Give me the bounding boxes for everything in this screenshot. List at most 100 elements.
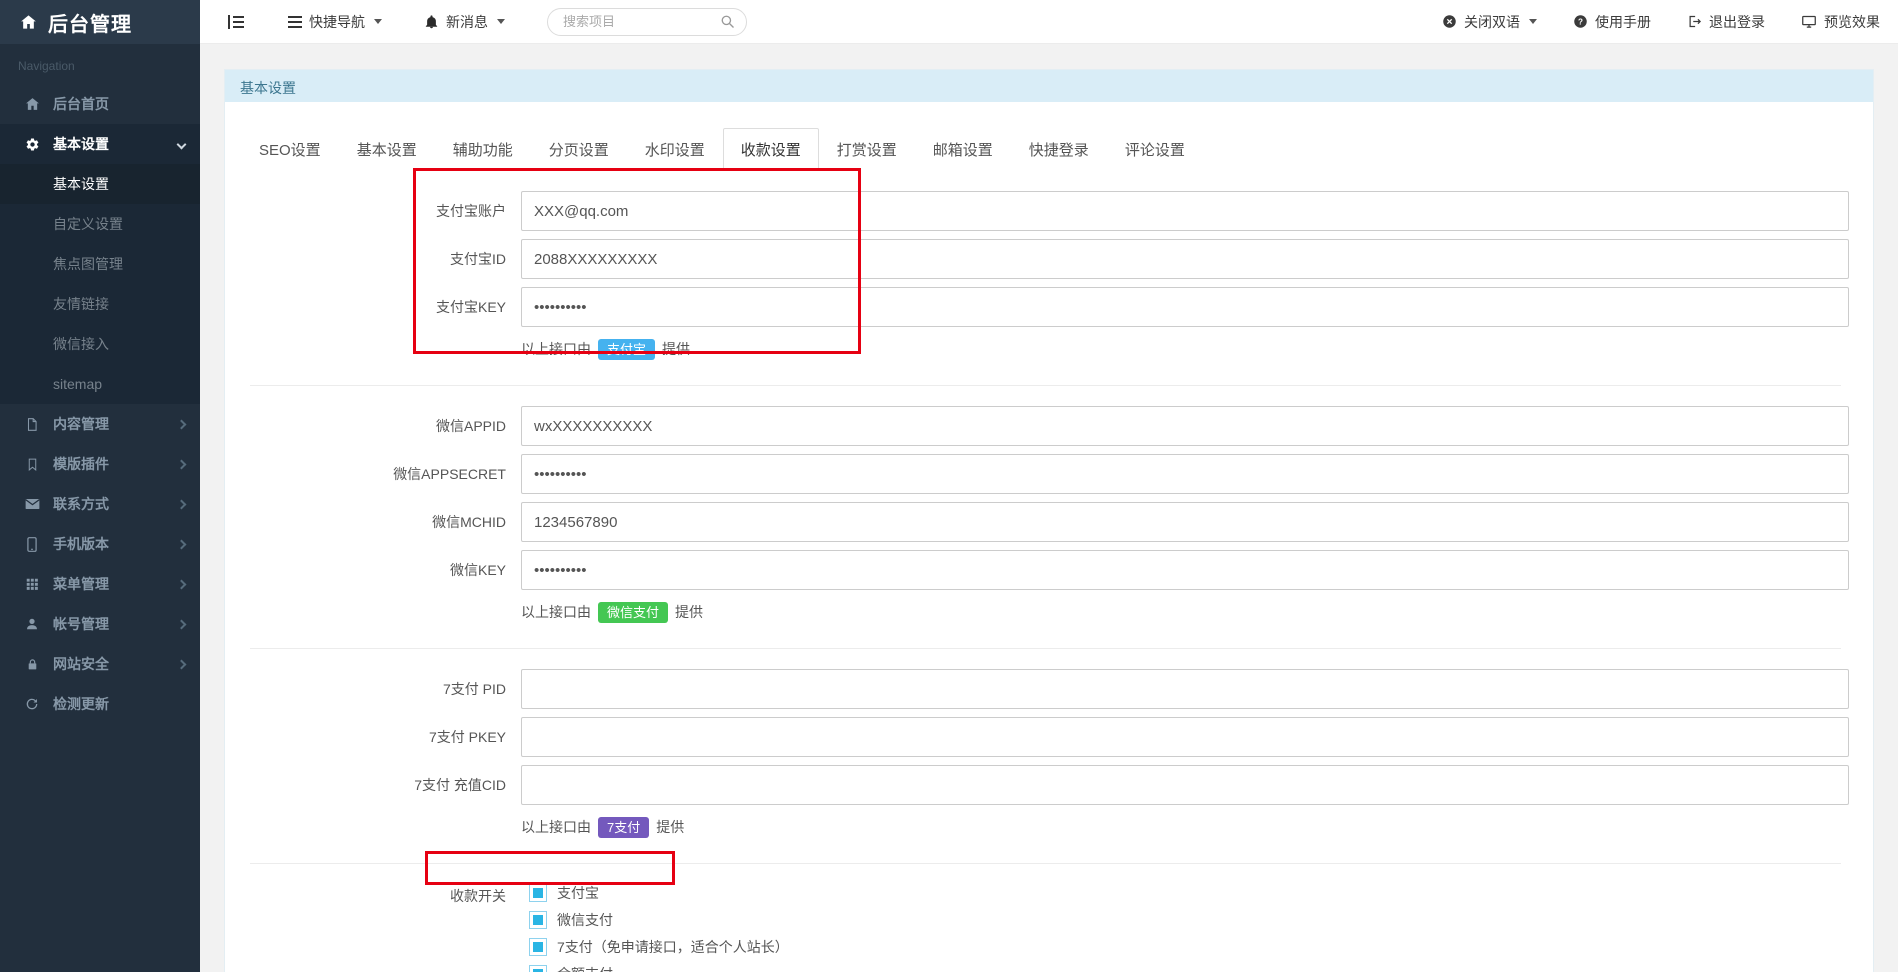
wechat-appid-input[interactable] [521, 406, 1849, 446]
form-row: 微信KEY [241, 550, 1849, 590]
tab-payment[interactable]: 收款设置 [723, 128, 819, 171]
envelope-icon [20, 498, 44, 510]
logout-label: 退出登录 [1709, 12, 1765, 32]
switch-balance-pay[interactable]: 余额支付 [529, 965, 789, 972]
chevron-right-icon [177, 579, 187, 589]
provider-note-qpay: 以上接口由 7支付 提供 [521, 813, 1849, 839]
tab-comments[interactable]: 评论设置 [1107, 128, 1203, 171]
sidebar-toggle-icon[interactable] [228, 15, 244, 29]
sidebar: Navigation 后台首页 基本设置 基本设置 自定义设置 焦点图管理 友情… [0, 44, 200, 972]
alipay-account-input[interactable] [521, 191, 1849, 231]
quick-nav-label: 快捷导航 [309, 12, 365, 32]
preview-link[interactable]: 预览效果 [1801, 12, 1880, 32]
switch-section-label: 收款开关 [241, 884, 521, 972]
qpay-pid-label: 7支付 PID [241, 679, 521, 699]
main-area: 基本设置 SEO设置 基本设置 辅助功能 分页设置 水印设置 收款设置 打赏设置… [200, 44, 1898, 972]
qpay-pid-input[interactable] [521, 669, 1849, 709]
logout-link[interactable]: 退出登录 [1687, 12, 1765, 32]
sidebar-item-security[interactable]: 网站安全 [0, 644, 200, 684]
form-row: 支付宝ID [241, 239, 1849, 279]
checkbox-checked-icon[interactable] [529, 884, 547, 902]
form-row: 7支付 PID [241, 669, 1849, 709]
refresh-icon [20, 697, 44, 711]
wechat-key-input[interactable] [521, 550, 1849, 590]
sign-out-icon [1687, 14, 1702, 29]
sidebar-item-content[interactable]: 内容管理 [0, 404, 200, 444]
sidebar-section-label: Navigation [0, 44, 200, 84]
close-bilingual-menu[interactable]: 关闭双语 [1442, 12, 1537, 32]
alipay-key-label: 支付宝KEY [241, 297, 521, 317]
provider-badge-qpay: 7支付 [598, 817, 649, 838]
tab-reward[interactable]: 打赏设置 [819, 128, 915, 171]
wechat-appid-label: 微信APPID [241, 416, 521, 436]
provider-note-wechat: 以上接口由 微信支付 提供 [521, 598, 1849, 624]
wechat-mchid-input[interactable] [521, 502, 1849, 542]
chevron-right-icon [177, 459, 187, 469]
alipay-id-input[interactable] [521, 239, 1849, 279]
tab-seo[interactable]: SEO设置 [241, 128, 339, 171]
qpay-pkey-input[interactable] [521, 717, 1849, 757]
form-row: 微信APPSECRET [241, 454, 1849, 494]
sidebar-subitem-wechat-access[interactable]: 微信接入 [0, 324, 200, 364]
sidebar-item-mobile[interactable]: 手机版本 [0, 524, 200, 564]
qpay-pkey-label: 7支付 PKEY [241, 727, 521, 747]
chevron-right-icon [177, 619, 187, 629]
chevron-right-icon [177, 659, 187, 669]
tab-basic[interactable]: 基本设置 [339, 128, 435, 171]
switch-alipay[interactable]: 支付宝 [529, 884, 789, 902]
close-circle-icon [1442, 14, 1457, 29]
wechat-appsecret-input[interactable] [521, 454, 1849, 494]
settings-tabs: SEO设置 基本设置 辅助功能 分页设置 水印设置 收款设置 打赏设置 邮箱设置… [241, 128, 1849, 171]
sidebar-item-menus[interactable]: 菜单管理 [0, 564, 200, 604]
search-icon[interactable] [720, 14, 735, 29]
form-row: 微信APPID [241, 406, 1849, 446]
form-row: 支付宝账户 [241, 191, 1849, 231]
alipay-id-label: 支付宝ID [241, 249, 521, 269]
app-title: 后台管理 [48, 8, 132, 37]
messages-menu[interactable]: 新消息 [424, 12, 505, 32]
checkbox-checked-icon[interactable] [529, 938, 547, 956]
tab-watermark[interactable]: 水印设置 [627, 128, 723, 171]
sidebar-item-basic-settings[interactable]: 基本设置 [0, 124, 200, 164]
sidebar-subitem-basic-settings[interactable]: 基本设置 [0, 164, 200, 204]
quick-nav-menu[interactable]: 快捷导航 [288, 12, 382, 32]
grid-icon [20, 577, 44, 591]
provider-note-alipay: 以上接口由 支付宝 提供 [521, 335, 1849, 361]
tab-quick-login[interactable]: 快捷登录 [1011, 128, 1107, 171]
switch-wechat-pay[interactable]: 微信支付 [529, 911, 789, 929]
provider-badge-alipay: 支付宝 [598, 339, 655, 360]
tab-email[interactable]: 邮箱设置 [915, 128, 1011, 171]
checkbox-checked-icon[interactable] [529, 965, 547, 972]
search-box [547, 8, 747, 36]
search-input[interactable] [547, 8, 747, 36]
question-circle-icon: ? [1573, 14, 1588, 29]
chevron-right-icon [177, 419, 187, 429]
sidebar-subitem-custom-settings[interactable]: 自定义设置 [0, 204, 200, 244]
app-logo[interactable]: 后台管理 [0, 0, 200, 44]
caret-down-icon [497, 19, 505, 24]
top-navigation: 快捷导航 新消息 关闭双语 [200, 0, 1898, 44]
sidebar-subitem-sitemap[interactable]: sitemap [0, 364, 200, 404]
sidebar-item-dashboard[interactable]: 后台首页 [0, 84, 200, 124]
sidebar-subitem-focus-images[interactable]: 焦点图管理 [0, 244, 200, 284]
checkbox-checked-icon[interactable] [529, 911, 547, 929]
chevron-right-icon [177, 539, 187, 549]
tab-assist[interactable]: 辅助功能 [435, 128, 531, 171]
switch-qpay[interactable]: 7支付（免申请接口，适合个人站长） [529, 938, 789, 956]
messages-label: 新消息 [446, 12, 488, 32]
qpay-cid-input[interactable] [521, 765, 1849, 805]
alipay-key-input[interactable] [521, 287, 1849, 327]
manual-label: 使用手册 [1595, 12, 1651, 32]
sidebar-item-contact[interactable]: 联系方式 [0, 484, 200, 524]
topbar-right: 关闭双语 ? 使用手册 退出登录 预览效果 [1442, 12, 1880, 32]
tab-pagination[interactable]: 分页设置 [531, 128, 627, 171]
sidebar-item-accounts[interactable]: 帐号管理 [0, 604, 200, 644]
sidebar-item-templates[interactable]: 模版插件 [0, 444, 200, 484]
bell-icon [424, 14, 439, 30]
home-icon [20, 97, 44, 111]
topbar: 后台管理 快捷导航 新消息 [0, 0, 1898, 44]
sidebar-subitem-friend-links[interactable]: 友情链接 [0, 284, 200, 324]
sidebar-item-check-update[interactable]: 检测更新 [0, 684, 200, 724]
manual-link[interactable]: ? 使用手册 [1573, 12, 1651, 32]
close-bilingual-label: 关闭双语 [1464, 12, 1520, 32]
